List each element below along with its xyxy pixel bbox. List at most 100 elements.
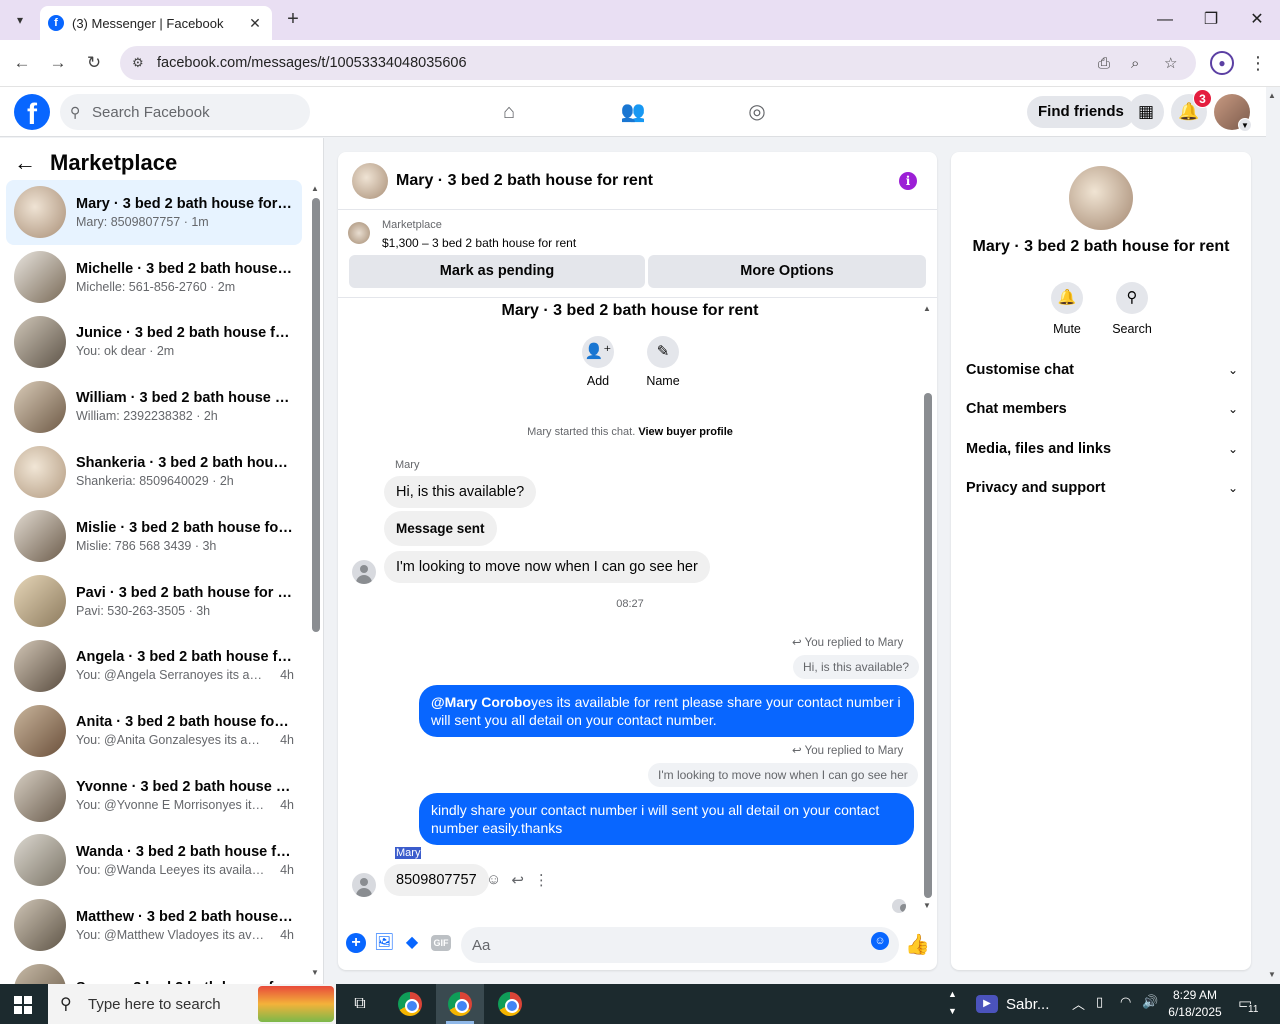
conversation-item[interactable]: Pavi · 3 bed 2 bath house for rent Pavi: … [6, 569, 302, 634]
search-highlight-image[interactable] [258, 986, 334, 1022]
chrome-taskbar-icon[interactable] [486, 984, 534, 1024]
photo-icon[interactable]: 🖼 [374, 933, 394, 953]
zoom-icon[interactable]: ⌕ [1131, 46, 1139, 80]
conversation-item[interactable]: Sunny · 3 bed 2 bath house fo... [6, 958, 302, 984]
install-app-icon[interactable]: ⎙ [1098, 46, 1110, 80]
sidebar-scrollbar[interactable] [312, 198, 320, 632]
outgoing-message[interactable]: kindly share your contact number i will … [419, 793, 914, 845]
new-tab-button[interactable]: + [282, 8, 304, 30]
menu-grid-icon[interactable]: ▦ [1128, 94, 1164, 130]
clock[interactable]: 8:29 AM 6/18/2025 [1160, 987, 1230, 1021]
emoji-icon[interactable]: ☺ [871, 932, 889, 950]
browser-profile-icon[interactable]: ● [1210, 51, 1234, 75]
chevron-down-icon[interactable]: ⌄ [1228, 363, 1238, 377]
bookmark-star-icon[interactable]: ☆ [1164, 46, 1177, 80]
mention[interactable]: @Mary Corobo [431, 694, 531, 710]
chevron-down-icon[interactable]: ⌄ [1228, 481, 1238, 495]
back-button[interactable]: ← [10, 51, 34, 75]
conversation-item[interactable]: William · 3 bed 2 bath house for... Willi… [6, 374, 302, 439]
minimize-window-button[interactable]: — [1153, 8, 1177, 32]
incoming-message[interactable]: 8509807757 [384, 864, 489, 896]
thread-scroll-down-arrow[interactable]: ▼ [923, 901, 931, 910]
plus-icon[interactable]: + [346, 933, 366, 953]
chat-avatar[interactable] [352, 163, 388, 199]
more-options-button[interactable]: More Options [648, 255, 926, 288]
search-icon[interactable]: ⚲ [1116, 282, 1148, 314]
chevron-up-icon[interactable]: ︿ [1072, 994, 1085, 1013]
mute-action[interactable]: 🔔 Mute [1037, 282, 1097, 336]
taskbar-scroll-arrows[interactable]: ▲ ▼ [948, 986, 957, 1020]
conversation-item[interactable]: Yvonne · 3 bed 2 bath house for... You: @… [6, 763, 302, 828]
chat-members-section[interactable]: Chat members ⌄ [966, 389, 1238, 429]
message-input-box[interactable] [461, 927, 899, 963]
more-options-icon[interactable]: ⋮ [534, 871, 549, 889]
chevron-down-icon[interactable]: ▼ [1238, 118, 1252, 132]
thread-scrollbar[interactable] [924, 393, 932, 898]
name-chat-action[interactable]: ✎ Name [633, 336, 693, 388]
back-arrow-icon[interactable]: ← [14, 150, 44, 176]
conversation-item[interactable]: Mary · 3 bed 2 bath house for r... Mary: … [6, 180, 302, 245]
bell-icon[interactable]: 🔔 [1051, 282, 1083, 314]
url-text[interactable]: facebook.com/messages/t/1005333404803560… [157, 55, 467, 71]
outgoing-message[interactable]: @Mary Coroboyes its available for rent p… [419, 685, 914, 737]
sender-avatar[interactable] [352, 560, 376, 584]
close-window-button[interactable]: ✕ [1245, 8, 1269, 32]
find-friends-button[interactable]: Find friends [1027, 96, 1135, 128]
conversation-item[interactable]: Angela · 3 bed 2 bath house for ... You: … [6, 634, 302, 699]
privacy-support-section[interactable]: Privacy and support ⌄ [966, 468, 1238, 508]
add-person-icon[interactable]: 👤⁺ [582, 336, 614, 368]
incoming-message[interactable]: I'm looking to move now when I can go se… [384, 551, 710, 583]
incoming-message[interactable]: Message sent [384, 511, 497, 546]
sidebar-scroll-down-arrow[interactable]: ▼ [311, 968, 319, 977]
chevron-down-icon[interactable]: ⌄ [1228, 402, 1238, 416]
conversation-item[interactable]: Matthew · 3 bed 2 bath house f... You: @M… [6, 893, 302, 958]
conversation-item[interactable]: Wanda · 3 bed 2 bath house for ... You: @… [6, 828, 302, 893]
browser-tab[interactable]: f (3) Messenger | Facebook ✕ [40, 6, 272, 40]
add-people-action[interactable]: 👤⁺ Add [568, 336, 628, 388]
conversation-item[interactable]: Junice · 3 bed 2 bath house for r... You:… [6, 310, 302, 375]
view-buyer-profile-link[interactable]: View buyer profile [638, 426, 733, 438]
page-scroll-up-arrow[interactable]: ▲ [1268, 91, 1276, 100]
close-tab-icon[interactable]: ✕ [246, 15, 264, 32]
conversation-item[interactable]: Michelle · 3 bed 2 bath house fo... Miche… [6, 245, 302, 310]
friends-icon[interactable]: 👥 [618, 97, 648, 127]
tab-search-dropdown-icon[interactable]: ▾ [8, 8, 32, 32]
chrome-taskbar-icon[interactable] [386, 984, 434, 1024]
windows-start-icon[interactable] [14, 996, 32, 1014]
task-view-icon[interactable]: ⧉ [336, 984, 384, 1024]
listing-thumbnail[interactable] [348, 222, 370, 244]
media-files-links-section[interactable]: Media, files and links ⌄ [966, 429, 1238, 469]
wifi-icon[interactable]: ◠ [1120, 994, 1131, 1010]
details-avatar[interactable] [1069, 166, 1133, 230]
home-icon[interactable]: ⌂ [494, 97, 524, 127]
chrome-taskbar-icon-active[interactable] [436, 984, 484, 1024]
sticker-icon[interactable]: ◆ [402, 933, 422, 953]
search-action[interactable]: ⚲ Search [1102, 282, 1162, 336]
incoming-message[interactable]: Hi, is this available? [384, 476, 537, 508]
chat-title[interactable]: Mary · 3 bed 2 bath house for rent [396, 172, 653, 190]
conversation-item[interactable]: Anita · 3 bed 2 bath house for r... You: … [6, 698, 302, 763]
customise-chat-section[interactable]: Customise chat ⌄ [966, 350, 1238, 390]
react-emoji-icon[interactable]: ☺ [486, 871, 501, 889]
message-input[interactable] [472, 936, 852, 954]
page-scroll-down-arrow[interactable]: ▼ [1268, 970, 1276, 979]
listing-price-title[interactable]: $1,300 – 3 bed 2 bath house for rent [382, 236, 576, 250]
reply-icon[interactable]: ↩ [511, 871, 524, 889]
thumbs-up-icon[interactable]: 👍 [905, 932, 930, 957]
zoom-taskbar-item[interactable]: ▶ Sabr... [976, 984, 1049, 1024]
facebook-search-input[interactable] [92, 103, 292, 121]
conversation-item[interactable]: Mislie · 3 bed 2 bath house for r... Misl… [6, 504, 302, 569]
facebook-logo-icon[interactable]: f [14, 94, 50, 130]
pencil-icon[interactable]: ✎ [647, 336, 679, 368]
facebook-search-box[interactable]: ⚲ [60, 94, 310, 130]
sender-avatar[interactable] [352, 873, 376, 897]
quoted-message[interactable]: I'm looking to move now when I can go se… [648, 763, 918, 787]
mark-as-pending-button[interactable]: Mark as pending [349, 255, 645, 288]
device-icon[interactable]: ▯ [1096, 994, 1103, 1010]
sidebar-scroll-up-arrow[interactable]: ▲ [311, 184, 319, 193]
groups-icon[interactable]: ◎ [742, 97, 772, 127]
info-icon[interactable]: i [899, 172, 917, 190]
chevron-down-icon[interactable]: ⌄ [1228, 442, 1238, 456]
reload-button[interactable]: ↻ [82, 51, 106, 75]
address-bar[interactable]: ⚙ facebook.com/messages/t/10053334048035… [120, 46, 1196, 80]
